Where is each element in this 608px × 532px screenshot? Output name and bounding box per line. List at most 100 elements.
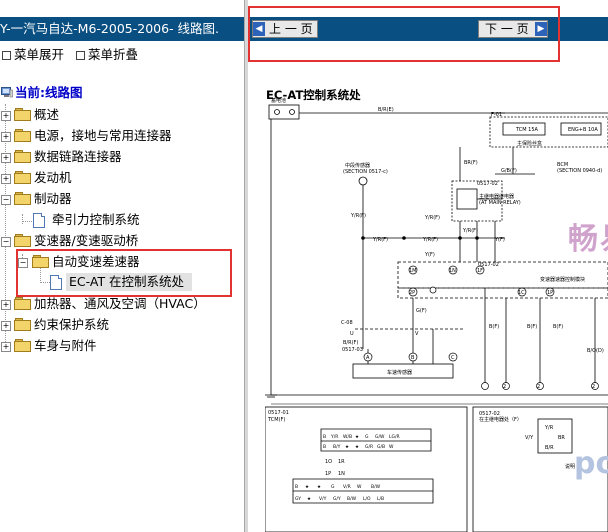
- menu-expand-link[interactable]: 菜单展开: [2, 46, 65, 64]
- tcm-box: [397, 261, 608, 289]
- expand-plus-icon[interactable]: +: [1, 111, 11, 121]
- wire-label: Y/R(F): [462, 228, 478, 234]
- expand-plus-icon[interactable]: +: [1, 300, 11, 310]
- svg-text:L/B: L/B: [377, 496, 384, 502]
- folder-icon: [14, 297, 31, 310]
- computer-icon: [1, 87, 13, 98]
- tree-item-overview[interactable]: + 概述: [0, 105, 240, 125]
- tcm-box-label: 变速器速器控制模块: [540, 276, 585, 283]
- relay-pin-label: V/Y: [525, 435, 534, 441]
- expand-plus-icon[interactable]: +: [1, 174, 11, 184]
- connector-label: U: [350, 331, 354, 337]
- wire-label: B/O(D): [587, 348, 604, 354]
- menu-collapse-label: 菜单折叠: [88, 47, 139, 62]
- pin-label: 1P: [547, 290, 553, 296]
- pin-label: 1N: [449, 268, 456, 274]
- wire-label: Y/R(F): [372, 237, 388, 243]
- svg-text:B: B: [323, 434, 326, 440]
- menu-expand-label: 菜单展开: [14, 47, 65, 62]
- wire-label: B(F): [527, 324, 537, 330]
- grid-top-labels: B Y/R W/B ★ G G/W LG/R B B/Y ★ ★ G/R G/B…: [323, 434, 400, 450]
- wire-label: B/R(E): [378, 107, 394, 113]
- relay-ref-label: 0517-02: [477, 181, 498, 187]
- svg-text:G: G: [331, 484, 335, 490]
- wire-label: B(F): [489, 324, 499, 330]
- window-title: Y-一汽马自达-M6-2005-2006- 线路图.: [0, 21, 220, 36]
- svg-text:★: ★: [345, 444, 349, 450]
- sensor-ref-label: 0517-03: [342, 347, 363, 353]
- svg-text:LG/R: LG/R: [389, 434, 400, 440]
- open-folder-icon: [14, 192, 31, 205]
- relay-pin-label: Y/R: [544, 425, 554, 431]
- collapse-minus-icon[interactable]: −: [1, 195, 11, 205]
- tcm-connector-grid: [292, 428, 434, 504]
- tree-item-label: 发动机: [34, 170, 72, 185]
- tree-item-body[interactable]: + 车身与附件: [0, 336, 240, 356]
- svg-text:B/W: B/W: [347, 496, 357, 502]
- expand-plus-icon[interactable]: +: [1, 342, 11, 352]
- battery-label: 蓄电池: [271, 97, 286, 104]
- wire-label: BR(F): [464, 160, 478, 166]
- sensor-section-label: (SECTION 0517-c): [343, 169, 388, 175]
- grid-bottom-labels: B ★ ★ G V/R W B/W GY ★ V/Y G/Y B/W L/O L…: [295, 484, 384, 502]
- tree-item-label: 约束保护系统: [34, 317, 110, 332]
- folder-icon: [14, 129, 31, 142]
- misc-label: 1N: [338, 471, 345, 477]
- svg-text:G: G: [365, 434, 369, 440]
- main-fuse-label: 主保险丝盒: [517, 140, 542, 147]
- tree-item-label: 变速器/变速驱动桥: [34, 233, 139, 248]
- expand-plus-icon[interactable]: +: [1, 132, 11, 142]
- tcm-fuse-label: TCM 15A: [515, 127, 539, 133]
- wire-label: Y/R(F): [422, 237, 438, 243]
- svg-text:★: ★: [355, 434, 359, 440]
- svg-text:★: ★: [317, 484, 321, 490]
- tree-item-data-link[interactable]: + 数据链路连接器: [0, 147, 240, 167]
- svg-text:★: ★: [307, 496, 311, 502]
- svg-text:GY: GY: [295, 496, 301, 502]
- relay-pin-map: [537, 418, 573, 454]
- tree-item-restraints[interactable]: + 约束保护系统: [0, 315, 240, 335]
- tree-item-label: 牵引力控制系统: [52, 212, 140, 227]
- relay-map-title: 在主继电器处（F）: [479, 416, 522, 423]
- wire-label: Y/R(F): [424, 215, 440, 221]
- folder-icon: [14, 318, 31, 331]
- menu-collapse-link[interactable]: 菜单折叠: [76, 46, 139, 64]
- svg-text:B/W: B/W: [371, 484, 381, 490]
- misc-label: 1R: [338, 459, 345, 465]
- folder-icon: [14, 339, 31, 352]
- svg-text:B: B: [323, 444, 326, 450]
- svg-text:G/W: G/W: [375, 434, 385, 440]
- svg-text:★: ★: [305, 484, 309, 490]
- svg-text:V/R: V/R: [343, 484, 351, 490]
- tree-item-engine[interactable]: + 发动机: [0, 168, 240, 188]
- collapse-square-icon: [76, 51, 85, 60]
- tree-item-hvac[interactable]: + 加热器、通风及空调（HVAC）: [0, 294, 240, 314]
- tree-item-label: 电源，接地与常用连接器: [34, 128, 172, 143]
- tree-item-transmission[interactable]: − 变速器/变速驱动桥: [0, 231, 240, 251]
- tcm-f-label: TCM(F): [267, 417, 285, 423]
- open-folder-icon: [14, 234, 31, 247]
- wire-label: G/B(F): [501, 168, 517, 174]
- svg-text:V/Y: V/Y: [319, 496, 327, 502]
- misc-label: 1P: [325, 471, 331, 477]
- tree-item-power[interactable]: + 电源，接地与常用连接器: [0, 126, 240, 146]
- relay-sub-label: (AT MAIN RELAY): [479, 200, 521, 206]
- tree-item-brakes[interactable]: − 制动器: [0, 189, 240, 209]
- document-icon: [33, 213, 45, 228]
- svg-text:G/R: G/R: [365, 444, 373, 450]
- tree-root-label: 当前:线路图: [15, 85, 83, 100]
- svg-text:B/Y: B/Y: [333, 444, 341, 450]
- pin-label: 1M: [409, 268, 417, 274]
- tail-digit: 2: [537, 384, 540, 390]
- svg-text:W: W: [389, 444, 394, 450]
- tree-item-label: 数据链路连接器: [34, 149, 122, 164]
- c08-label: C-08: [341, 320, 353, 326]
- expand-plus-icon[interactable]: +: [1, 153, 11, 163]
- tree-item-traction-control[interactable]: 牵引力控制系统: [0, 210, 240, 230]
- connector-pin-label: A: [366, 355, 370, 361]
- collapse-minus-icon[interactable]: −: [1, 237, 11, 247]
- window-title-bar: Y-一汽马自达-M6-2005-2006- 线路图.: [0, 17, 244, 41]
- expand-plus-icon[interactable]: +: [1, 321, 11, 331]
- wire-label: B/R(F): [343, 340, 358, 346]
- folder-icon: [14, 150, 31, 163]
